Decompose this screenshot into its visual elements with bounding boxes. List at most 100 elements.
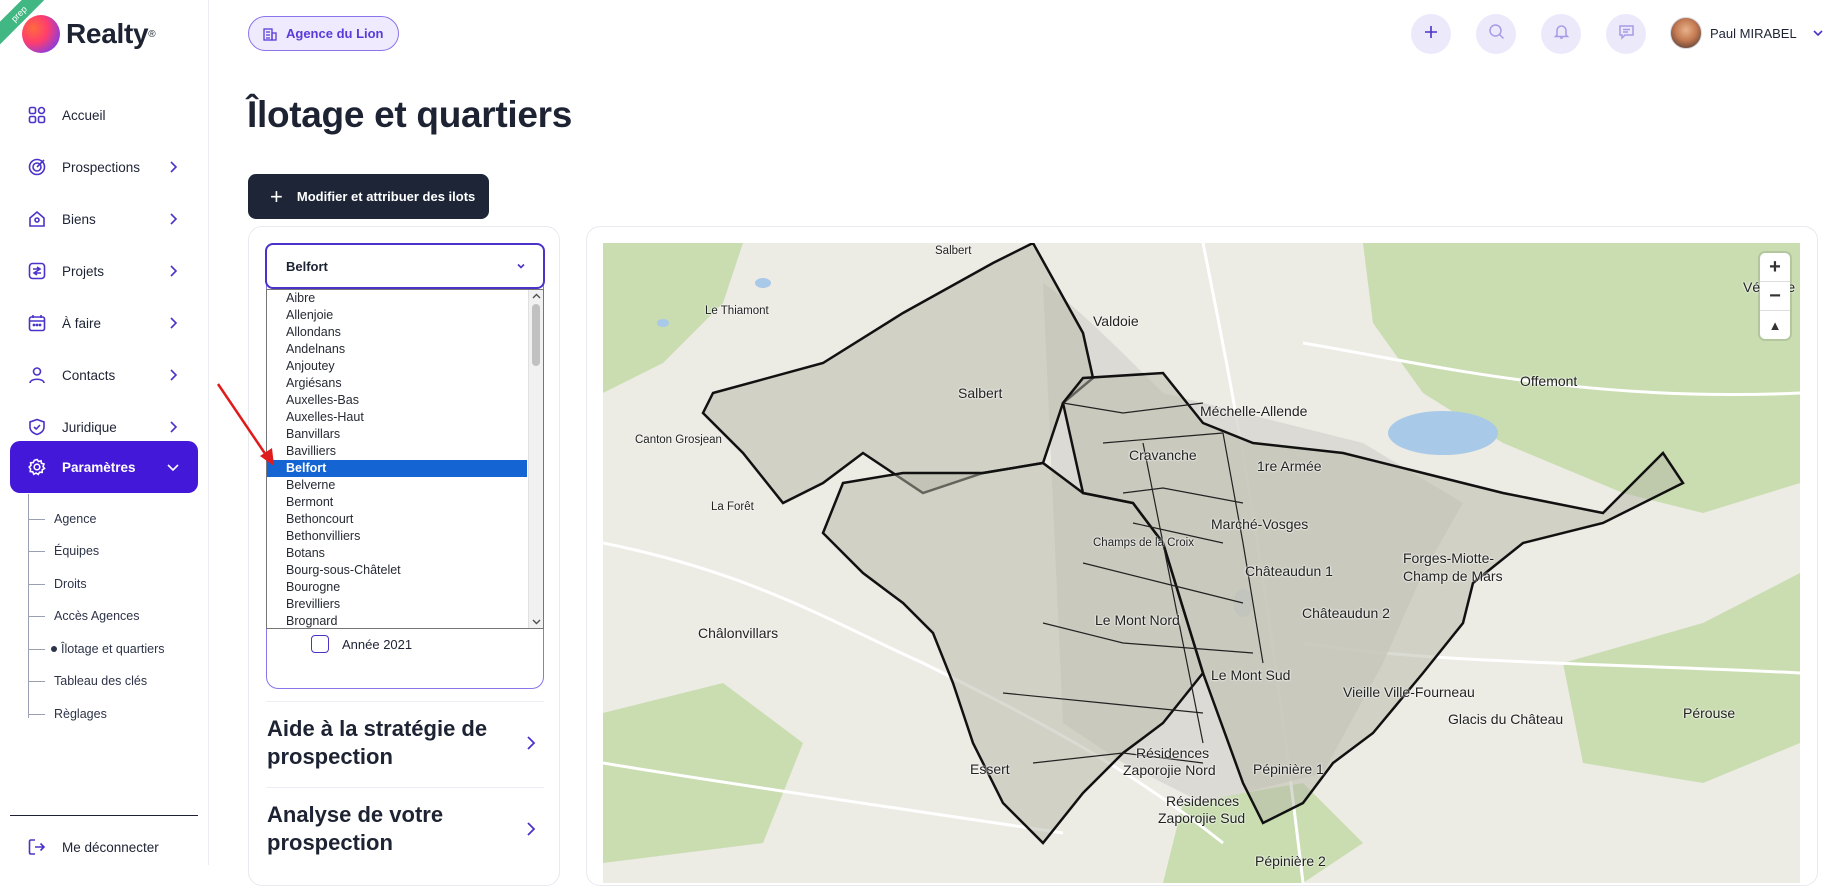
year-2021-checkbox[interactable]	[311, 635, 329, 653]
accordion-prospection-analysis[interactable]: Analyse de votre prospection	[267, 801, 547, 857]
agency-selector[interactable]: Agence du Lion	[248, 16, 399, 51]
map-label: 1re Armée	[1257, 458, 1322, 474]
city-option[interactable]: Anjoutey	[267, 358, 543, 375]
city-option[interactable]: Banvillars	[267, 426, 543, 443]
sidebar-item-label: Contacts	[62, 367, 116, 383]
map-label: Le Mont Sud	[1211, 667, 1291, 683]
search-button[interactable]	[1476, 14, 1516, 54]
logout-button[interactable]: Me déconnecter	[10, 832, 198, 862]
map[interactable]: Salbert Le Thiamont Valdoie Vétrigne Off…	[603, 243, 1800, 883]
sidebar-item-a-faire[interactable]: À faire	[10, 300, 198, 346]
subnav-item-agence[interactable]: Agence	[29, 509, 96, 529]
sidebar-item-label: Accueil	[62, 107, 106, 123]
city-option[interactable]: Bethoncourt	[267, 511, 543, 528]
year-2021-checkbox-row[interactable]: Année 2021	[311, 635, 412, 653]
city-option[interactable]: Aibre	[267, 290, 543, 307]
scroll-up-icon[interactable]	[532, 292, 541, 301]
edit-assign-islands-button[interactable]: + Modifier et attribuer des ilots	[248, 174, 489, 219]
accordion-title: Aide à la stratégie de prospection	[267, 716, 488, 769]
user-name: Paul MIRABEL	[1710, 25, 1797, 41]
map-canvas	[603, 243, 1800, 883]
calendar-icon	[26, 312, 48, 334]
city-option[interactable]: Brognard	[267, 613, 543, 628]
filters-panel: Belfort Aibre Allenjoie Allondans Andelnans…	[248, 226, 560, 886]
map-label: Cravanche	[1129, 447, 1197, 463]
subnav-item-ilotage[interactable]: Îlotage et quartiers	[29, 639, 165, 659]
scrollbar-thumb[interactable]	[532, 304, 540, 366]
search-icon	[1488, 23, 1505, 45]
sidebar-item-accueil[interactable]: Accueil	[10, 92, 198, 138]
avatar	[1670, 17, 1702, 49]
map-label: Offemont	[1520, 373, 1578, 389]
map-label: Canton Grosjean	[635, 434, 722, 446]
chevron-down-icon	[1811, 26, 1825, 40]
target-icon	[26, 156, 48, 178]
sidebar-item-label: Paramètres	[62, 459, 136, 475]
chevron-right-icon	[164, 366, 182, 384]
city-option[interactable]: Argiésans	[267, 375, 543, 392]
map-label: Pérouse	[1683, 705, 1736, 721]
brand-logo[interactable]: Realty ®	[22, 14, 156, 54]
messages-button[interactable]	[1606, 14, 1646, 54]
zoom-in-button[interactable]: +	[1760, 253, 1790, 282]
chevron-right-icon	[521, 819, 541, 839]
subnav-item-equipes[interactable]: Équipes	[29, 541, 99, 561]
city-option[interactable]: Bethonvilliers	[267, 528, 543, 545]
map-label: Essert	[970, 761, 1010, 777]
subnav-item-acces-agences[interactable]: Accès Agences	[29, 606, 139, 626]
city-option[interactable]: Auxelles-Bas	[267, 392, 543, 409]
subnav-item-reglages[interactable]: Règlages	[29, 704, 107, 724]
zoom-out-button[interactable]: −	[1760, 282, 1790, 311]
bell-icon	[1553, 23, 1570, 45]
accordion-prospection-strategy[interactable]: Aide à la stratégie de prospection	[267, 715, 547, 771]
map-label: Résidences	[1136, 745, 1210, 761]
city-option[interactable]: Allenjoie	[267, 307, 543, 324]
user-icon	[26, 364, 48, 386]
city-option[interactable]: Bermont	[267, 494, 543, 511]
settings-subnav: Agence Équipes Droits Accès Agences Îlot…	[28, 494, 198, 721]
house-icon	[26, 208, 48, 230]
scrollbar[interactable]	[528, 290, 543, 628]
map-label: Châteaudun 2	[1302, 605, 1390, 621]
map-label: Zaporojie Sud	[1158, 810, 1246, 826]
city-dropdown-list[interactable]: Aibre Allenjoie Allondans Andelnans Anjoutey…	[266, 289, 544, 629]
city-option[interactable]: Belfort	[267, 460, 527, 477]
city-option[interactable]: Bourogne	[267, 579, 543, 596]
map-label: Champ de Mars	[1403, 568, 1503, 584]
sidebar-item-parametres[interactable]: Paramètres	[10, 441, 198, 493]
logout-icon	[26, 836, 48, 858]
city-option[interactable]: Andelnans	[267, 341, 543, 358]
city-option[interactable]: Bavilliers	[267, 443, 543, 460]
notifications-button[interactable]	[1541, 14, 1581, 54]
city-option[interactable]: Auxelles-Haut	[267, 409, 543, 426]
gear-icon	[26, 456, 48, 478]
sidebar-item-projets[interactable]: Projets	[10, 248, 198, 294]
sidebar-item-contacts[interactable]: Contacts	[10, 352, 198, 398]
compass-icon[interactable]: ▲	[1760, 311, 1790, 340]
subnav-item-droits[interactable]: Droits	[29, 574, 87, 594]
add-button[interactable]	[1411, 14, 1451, 54]
chevron-right-icon	[164, 158, 182, 176]
project-icon	[26, 260, 48, 282]
scroll-down-icon[interactable]	[532, 617, 541, 626]
city-option[interactable]: Brevilliers	[267, 596, 543, 613]
map-label: Salbert	[935, 245, 972, 257]
chevron-right-icon	[164, 262, 182, 280]
button-label: Modifier et attribuer des ilots	[296, 189, 476, 204]
city-option[interactable]: Allondans	[267, 324, 543, 341]
city-option[interactable]: Botans	[267, 545, 543, 562]
chevron-down-icon	[164, 458, 182, 476]
map-label: Pépinière 2	[1255, 853, 1326, 869]
divider	[10, 815, 198, 816]
sidebar-item-prospections[interactable]: Prospections	[10, 144, 198, 190]
user-menu[interactable]: Paul MIRABEL	[1670, 16, 1825, 50]
subnav-item-tableau-cles[interactable]: Tableau des clés	[29, 671, 147, 691]
building-icon	[263, 27, 277, 41]
city-option[interactable]: Belverne	[267, 477, 543, 494]
sidebar-item-biens[interactable]: Biens	[10, 196, 198, 242]
map-label: Glacis du Château	[1448, 711, 1564, 727]
map-label: Méchelle-Allende	[1200, 403, 1308, 419]
city-select[interactable]: Belfort	[265, 243, 545, 289]
city-option[interactable]: Bourg-sous-Châtelet	[267, 562, 543, 579]
annotation-arrow-icon	[216, 383, 274, 466]
